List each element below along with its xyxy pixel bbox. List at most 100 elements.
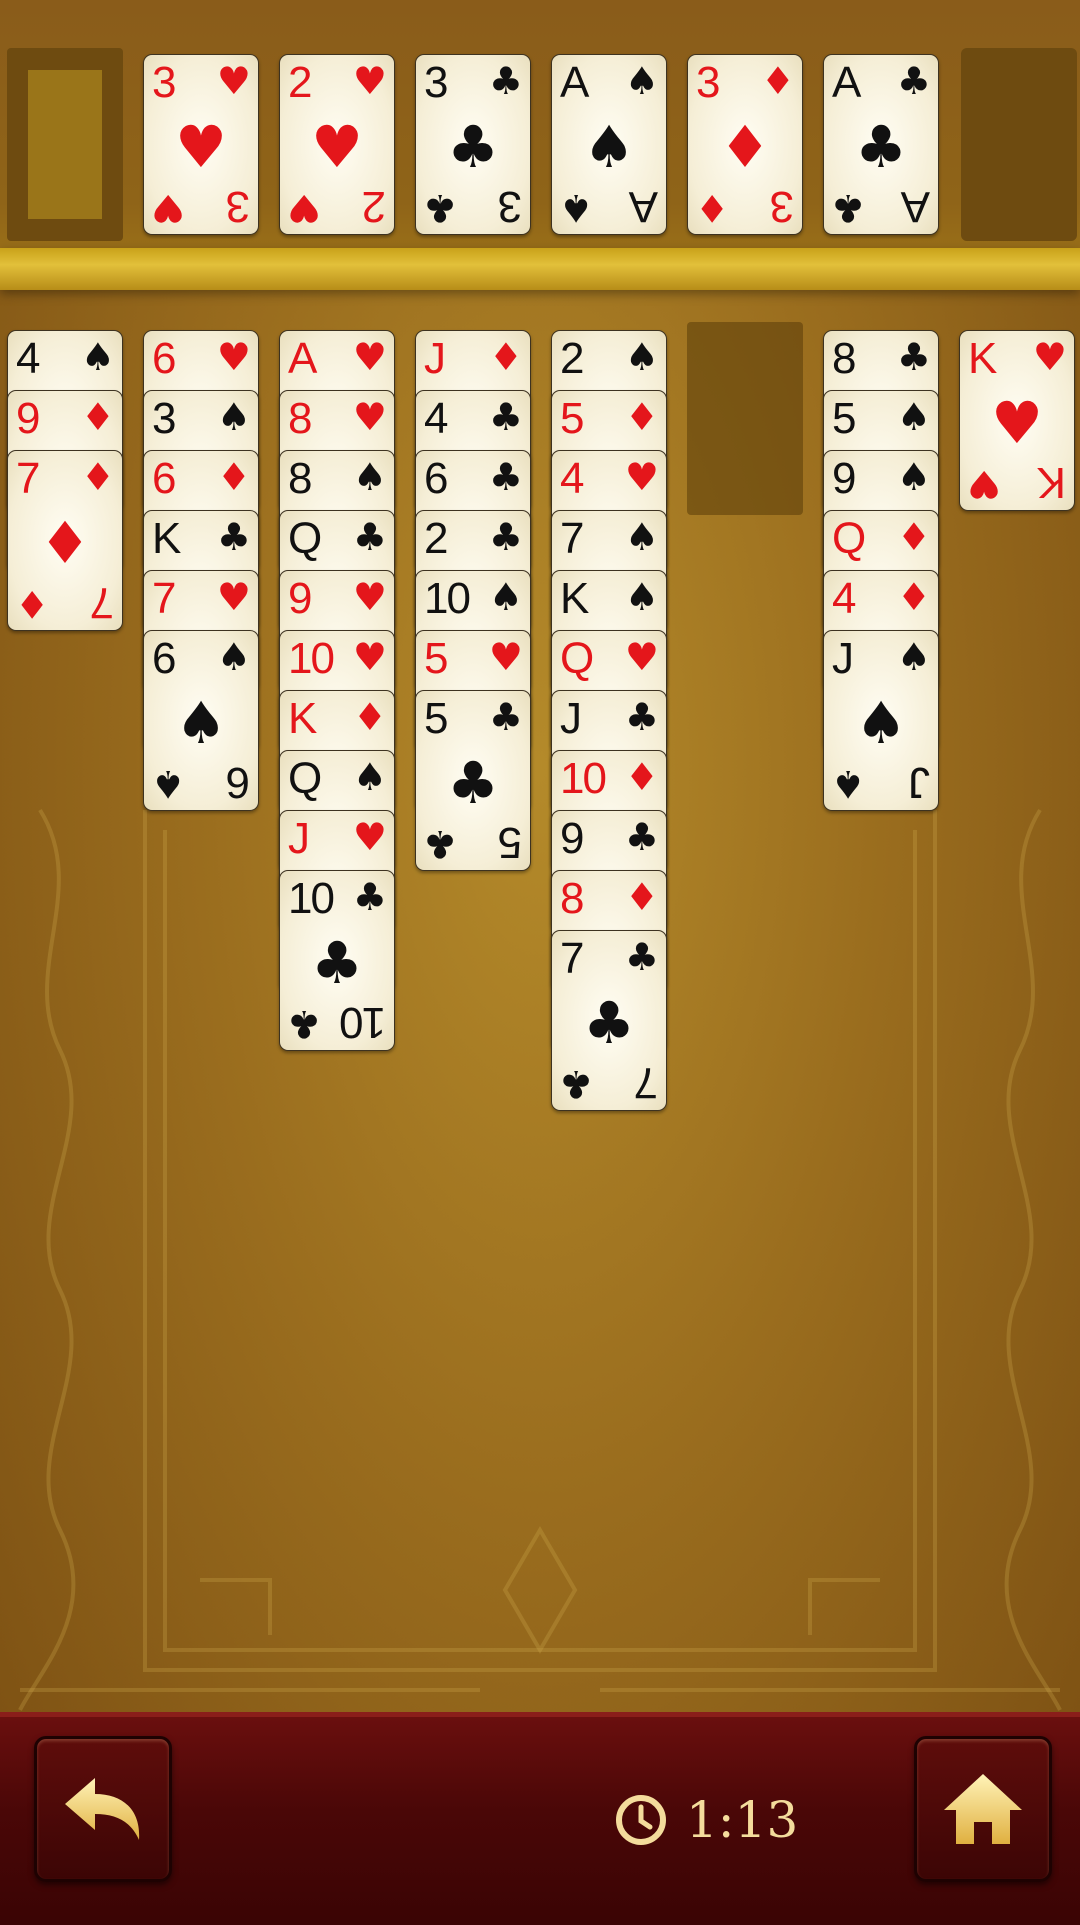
card-suit-icon: ♠ <box>624 335 659 379</box>
card-suit-icon: ♣ <box>624 815 659 859</box>
card-suit-icon: ♣ <box>488 455 523 499</box>
playing-card[interactable]: 5 ♣ ♣ 5 ♣ <box>415 690 531 871</box>
card-suit-icon: ♥ <box>624 635 659 679</box>
card-rank: J <box>424 334 446 383</box>
card-suit-icon: ♠ <box>352 755 387 799</box>
card-rank: 8 <box>560 874 585 923</box>
playing-card[interactable]: 7 ♣ ♣ 7 ♣ <box>551 930 667 1111</box>
playing-card[interactable]: 3 ♦ ♦ 3 ♦ <box>687 54 803 235</box>
card-rank: 7 <box>635 1058 658 1107</box>
card-rank: 8 <box>832 334 857 383</box>
playing-card[interactable]: 2 ♥ ♥ 2 ♥ <box>279 54 395 235</box>
card-suit-icon: ♦ <box>624 395 659 439</box>
undo-arrow-icon <box>65 1778 140 1840</box>
card-bottom-corner: 7 ♦ <box>8 451 122 630</box>
game-timer: 1:13 <box>614 1785 798 1855</box>
card-rank: 4 <box>832 574 857 623</box>
card-rank: 9 <box>16 394 41 443</box>
card-suit-icon: ♠ <box>896 395 931 439</box>
card-rank: J <box>910 758 930 807</box>
card-rank: K <box>1038 458 1066 507</box>
card-rank: 4 <box>16 334 41 383</box>
card-suit-icon: ♣ <box>624 695 659 739</box>
card-rank: J <box>560 694 582 743</box>
card-rank: 5 <box>832 394 857 443</box>
card-suit-icon: ♥ <box>488 635 523 679</box>
card-suit-icon: ♦ <box>896 515 931 559</box>
card-bottom-corner: 3 ♣ <box>416 55 530 234</box>
card-suit-icon: ♦ <box>695 186 730 230</box>
card-suit-icon: ♦ <box>488 335 523 379</box>
card-suit-icon: ♣ <box>488 395 523 439</box>
card-rank: 8 <box>288 454 313 503</box>
card-suit-icon: ♣ <box>896 335 931 379</box>
card-rank: 10 <box>424 574 471 623</box>
card-rank: 2 <box>424 514 449 563</box>
card-suit-icon: ♥ <box>352 815 387 859</box>
card-rank: J <box>288 814 310 863</box>
card-rank: 4 <box>560 454 585 503</box>
playing-card[interactable]: 3 ♥ ♥ 3 ♥ <box>143 54 259 235</box>
undo-button[interactable] <box>34 1736 172 1882</box>
playing-card[interactable]: 6 ♠ ♠ 6 ♠ <box>143 630 259 811</box>
card-suit-icon: ♣ <box>423 822 458 866</box>
card-rank: K <box>288 694 317 743</box>
card-suit-icon: ♥ <box>352 395 387 439</box>
card-suit-icon: ♠ <box>831 762 866 806</box>
empty-free-slot[interactable] <box>961 48 1077 241</box>
card-bottom-corner: A ♣ <box>824 55 938 234</box>
card-rank: A <box>630 182 658 231</box>
card-suit-icon: ♥ <box>352 575 387 619</box>
playing-card[interactable]: A ♣ ♣ A ♣ <box>823 54 939 235</box>
playing-card[interactable]: J ♠ ♠ J ♠ <box>823 630 939 811</box>
card-rank: 6 <box>152 334 177 383</box>
card-bottom-corner: 5 ♣ <box>416 691 530 870</box>
card-suit-icon: ♠ <box>216 395 251 439</box>
card-suit-icon: ♥ <box>151 186 186 230</box>
card-suit-icon: ♥ <box>352 635 387 679</box>
clock-icon <box>616 1795 666 1845</box>
card-rank: K <box>560 574 589 623</box>
card-rank: 7 <box>91 578 114 627</box>
card-suit-icon: ♣ <box>488 515 523 559</box>
card-rank: 5 <box>499 818 522 867</box>
card-rank: 4 <box>424 394 449 443</box>
card-rank: 10 <box>341 998 386 1047</box>
gold-divider <box>0 248 1080 290</box>
card-bottom-corner: 3 ♦ <box>688 55 802 234</box>
card-rank: 7 <box>560 514 585 563</box>
playing-card[interactable]: 10 ♣ ♣ 10 ♣ <box>279 870 395 1051</box>
card-bottom-corner: 6 ♠ <box>144 631 258 810</box>
card-rank: 2 <box>560 334 585 383</box>
card-bottom-corner: 2 ♥ <box>280 55 394 234</box>
card-suit-icon: ♥ <box>352 335 387 379</box>
card-rank: 3 <box>227 182 250 231</box>
playing-card[interactable]: 3 ♣ ♣ 3 ♣ <box>415 54 531 235</box>
home-button[interactable] <box>914 1736 1052 1882</box>
playing-card[interactable]: A ♠ ♠ A ♠ <box>551 54 667 235</box>
card-suit-icon: ♦ <box>216 455 251 499</box>
card-suit-icon: ♠ <box>559 186 594 230</box>
card-rank: A <box>902 182 930 231</box>
card-rank: 6 <box>152 454 177 503</box>
timer-value: 1:13 <box>686 1791 799 1849</box>
card-suit-icon: ♦ <box>896 575 931 619</box>
card-rank: 10 <box>560 754 607 803</box>
card-bottom-corner: J ♠ <box>824 631 938 810</box>
playing-card[interactable]: 7 ♦ ♦ 7 ♦ <box>7 450 123 631</box>
card-suit-icon: ♣ <box>423 186 458 230</box>
card-suit-icon: ♦ <box>352 695 387 739</box>
stock-pile[interactable] <box>7 48 123 241</box>
card-rank: Q <box>832 514 866 563</box>
card-suit-icon: ♥ <box>216 335 251 379</box>
card-rank: 6 <box>227 758 250 807</box>
card-bottom-corner: 3 ♥ <box>144 55 258 234</box>
card-bottom-corner: A ♠ <box>552 55 666 234</box>
card-rank: Q <box>560 634 594 683</box>
card-suit-icon: ♦ <box>80 395 115 439</box>
card-bottom-corner: 10 ♣ <box>280 871 394 1050</box>
playing-card[interactable]: K ♥ ♥ K ♥ <box>959 330 1075 511</box>
card-rank: 10 <box>288 634 335 683</box>
empty-tableau-column[interactable] <box>687 322 803 515</box>
card-rank: 3 <box>152 394 177 443</box>
